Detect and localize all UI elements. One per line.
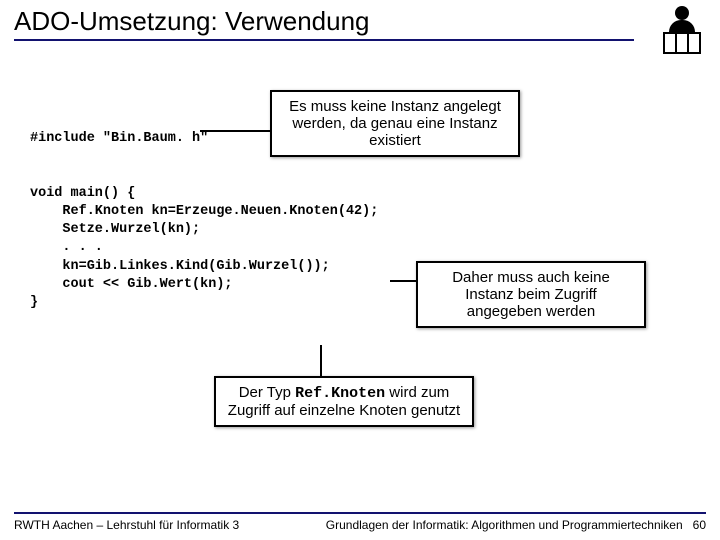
- callout-text: Der Typ: [239, 384, 295, 401]
- code-line: #include "Bin.Baum. h": [30, 131, 208, 146]
- code-line: void main() {: [30, 186, 135, 201]
- footer-left: RWTH Aachen – Lehrstuhl für Informatik 3: [14, 518, 239, 532]
- code-line: }: [30, 295, 38, 310]
- code-line: . . .: [30, 240, 103, 255]
- connector-line: [320, 345, 322, 376]
- callout-instance-note: Es muss keine Instanz angelegt werden, d…: [270, 90, 520, 157]
- connector-line: [200, 130, 270, 132]
- code-block: #include "Bin.Baum. h" void main() { Ref…: [30, 130, 378, 312]
- code-line: Ref.Knoten kn=Erzeuge.Neuen.Knoten(42);: [30, 204, 378, 219]
- page-number: 60: [693, 518, 706, 532]
- callout-refknoten-note: Der Typ Ref.Knoten wird zum Zugriff auf …: [214, 376, 474, 427]
- code-line: cout << Gib.Wert(kn);: [30, 277, 233, 292]
- footer-right: Grundlagen der Informatik: Algorithmen u…: [326, 518, 683, 532]
- connector-line: [390, 280, 416, 282]
- callout-mono: Ref.Knoten: [295, 385, 385, 402]
- callout-access-note: Daher muss auch keine Instanz beim Zugri…: [416, 261, 646, 328]
- person-at-desk-icon: [660, 6, 704, 56]
- title-wrap: ADO-Umsetzung: Verwendung: [14, 6, 634, 41]
- slide-title: ADO-Umsetzung: Verwendung: [14, 6, 634, 41]
- code-line: Setze.Wurzel(kn);: [30, 222, 200, 237]
- slide-footer: RWTH Aachen – Lehrstuhl für Informatik 3…: [14, 512, 706, 532]
- code-line: kn=Gib.Linkes.Kind(Gib.Wurzel());: [30, 259, 330, 274]
